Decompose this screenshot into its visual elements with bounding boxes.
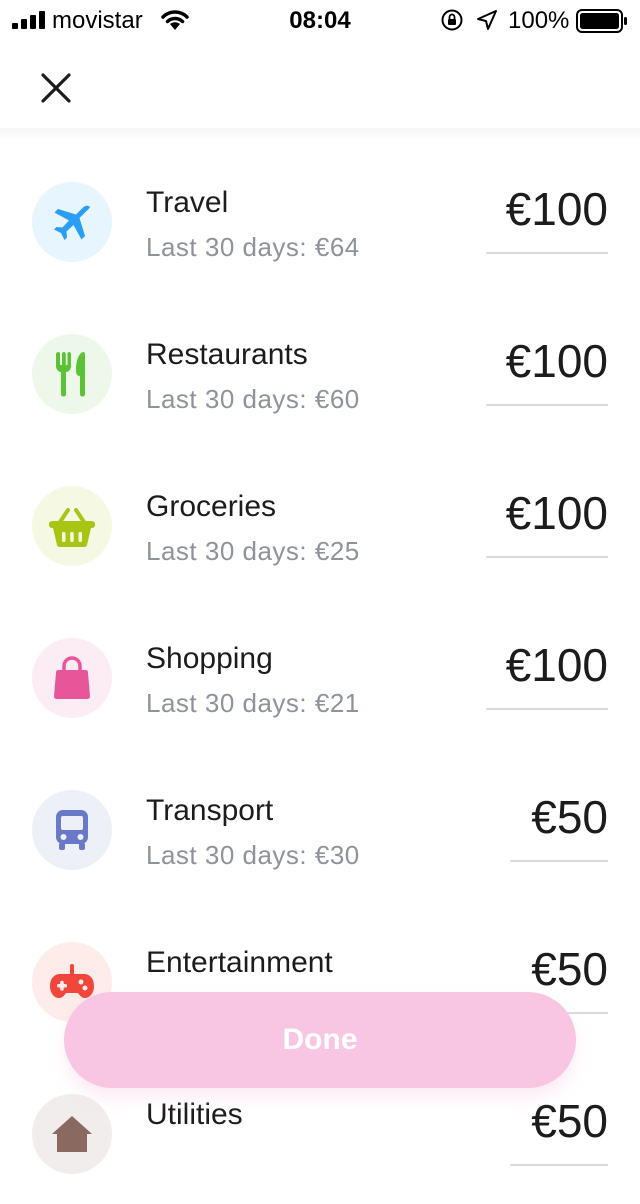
category-icon-circle	[32, 1094, 112, 1174]
budget-input[interactable]: €50	[510, 790, 608, 862]
header	[0, 40, 640, 130]
house-icon	[52, 1116, 92, 1152]
category-row-shopping: Shopping Last 30 days: €21 €100	[0, 596, 640, 748]
battery-percentage: 100%	[508, 7, 570, 34]
category-icon-circle	[32, 790, 112, 870]
category-spent: Last 30 days: €60	[146, 384, 360, 414]
category-spent: Last 30 days: €64	[146, 232, 360, 262]
category-name: Restaurants	[146, 338, 308, 371]
done-button-label: Done	[282, 1023, 358, 1056]
category-row-restaurants: Restaurants Last 30 days: €60 €100	[0, 292, 640, 444]
close-icon	[41, 73, 71, 103]
category-spent: Last 30 days: €25	[146, 536, 360, 566]
category-icon-circle	[32, 638, 112, 718]
category-name: Transport	[146, 794, 274, 827]
category-name: Utilities	[146, 1098, 243, 1131]
budget-input[interactable]: €100	[486, 486, 608, 558]
category-name: Entertainment	[146, 946, 333, 979]
status-bar: movistar 08:04 100%	[0, 0, 640, 40]
category-icon-circle	[32, 182, 112, 262]
gamepad-icon	[50, 964, 94, 998]
done-button[interactable]: Done	[64, 992, 576, 1088]
category-row-travel: Travel Last 30 days: €64 €100	[0, 140, 640, 292]
battery-icon	[576, 9, 627, 33]
budget-input[interactable]: €100	[486, 638, 608, 710]
category-spent: Last 30 days: €30	[146, 840, 360, 870]
category-name: Shopping	[146, 642, 273, 675]
budget-input[interactable]: €100	[486, 182, 608, 254]
basket-icon	[49, 508, 95, 547]
rotation-lock-icon	[441, 9, 463, 31]
shopping-bag-icon	[53, 656, 91, 699]
category-row-transport: Transport Last 30 days: €30 €50	[0, 748, 640, 900]
category-icon-circle	[32, 486, 112, 566]
budget-input[interactable]: €100	[486, 334, 608, 406]
category-icon-circle	[32, 334, 112, 414]
location-arrow-icon	[477, 10, 497, 30]
airplane-icon	[54, 205, 90, 240]
header-divider	[0, 128, 640, 140]
category-row-groceries: Groceries Last 30 days: €25 €100	[0, 444, 640, 596]
budget-input[interactable]: €50	[510, 1094, 608, 1166]
close-button[interactable]	[30, 62, 82, 114]
fork-knife-icon	[56, 351, 85, 397]
category-name: Groceries	[146, 490, 277, 523]
category-spent: Last 30 days: €21	[146, 688, 360, 718]
category-name: Travel	[146, 186, 229, 219]
bus-icon	[56, 810, 88, 850]
